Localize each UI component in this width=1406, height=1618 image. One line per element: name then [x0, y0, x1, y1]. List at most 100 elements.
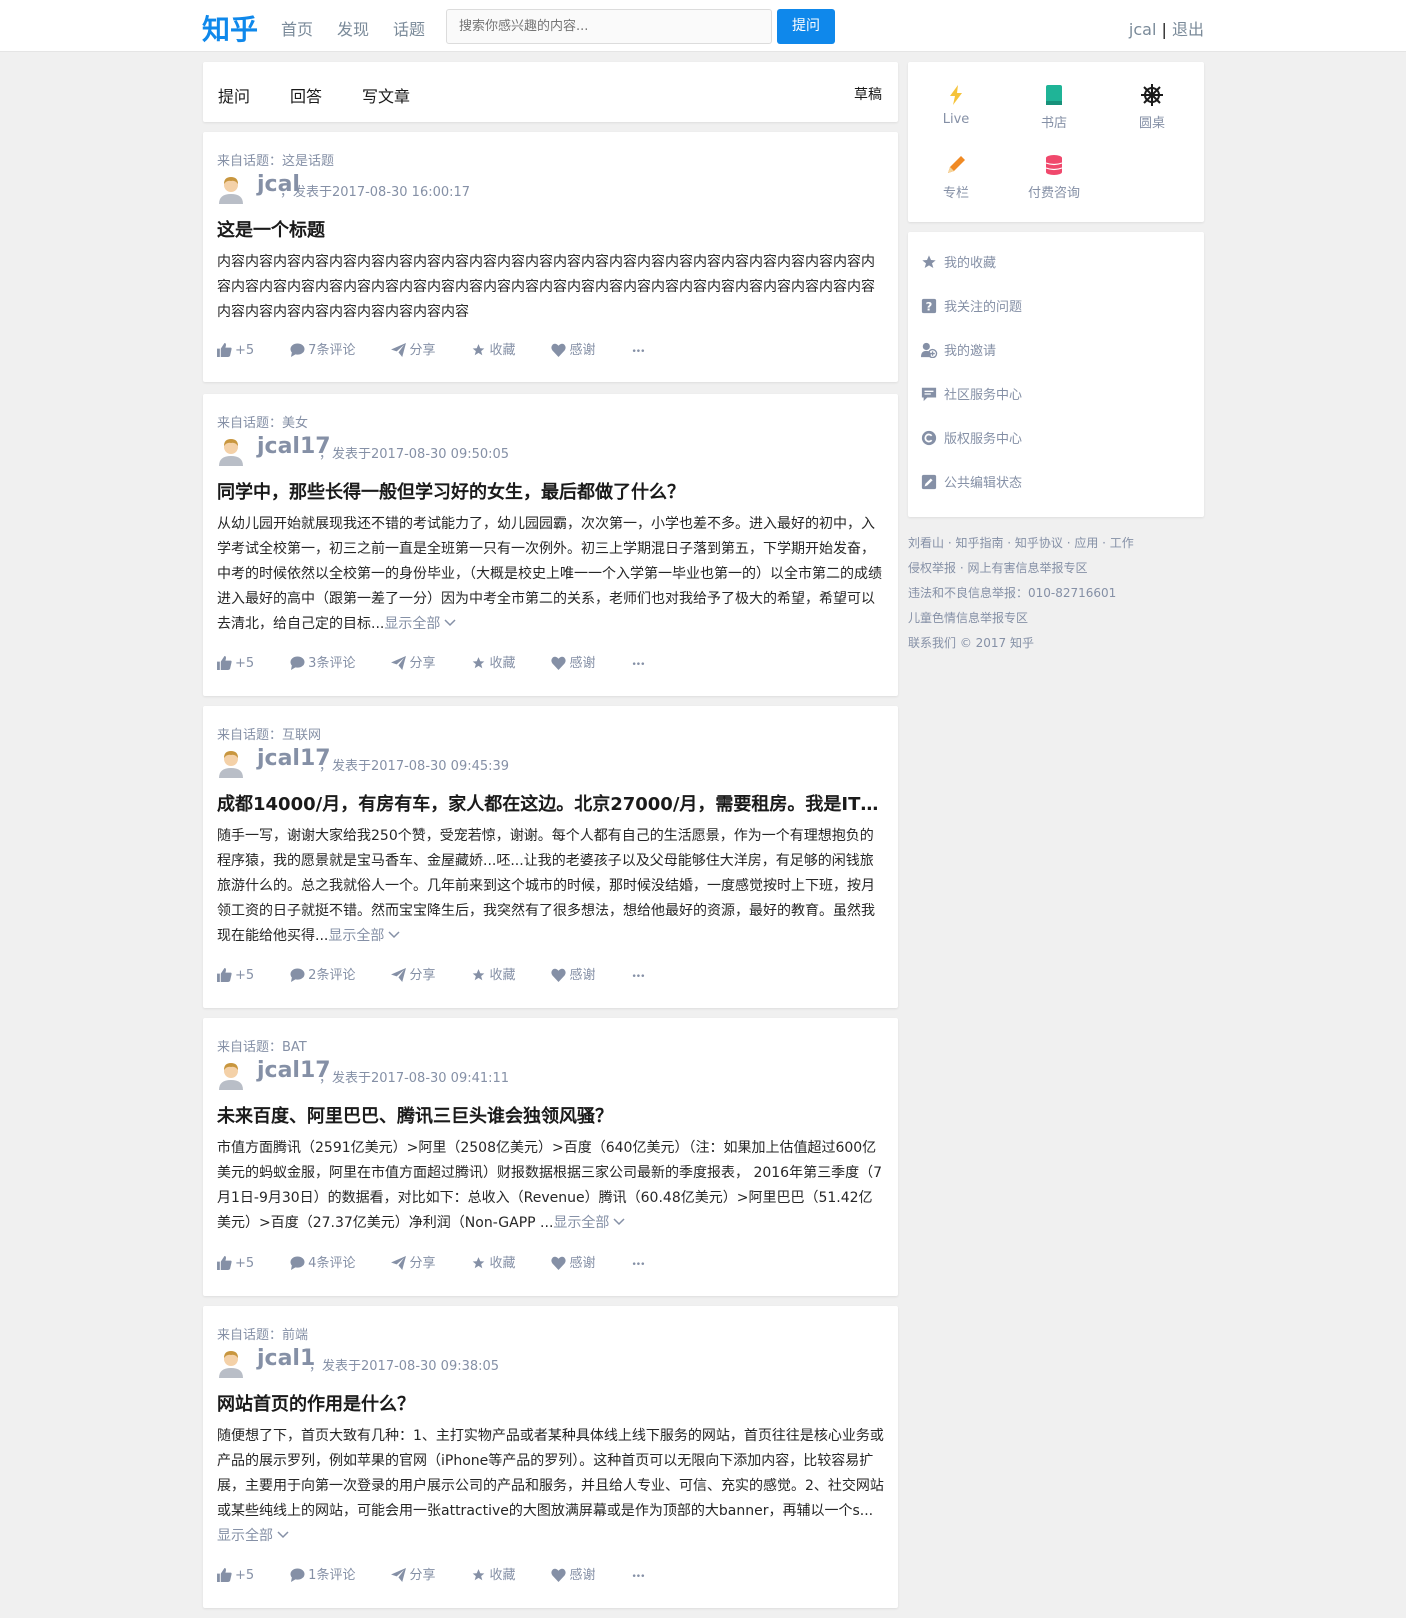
topic-source[interactable]: 来自话题：这是话题 — [217, 150, 334, 169]
comment-icon — [290, 656, 305, 670]
drafts-link[interactable]: 草稿 — [854, 84, 882, 104]
nav-topics[interactable]: 话题 — [393, 16, 425, 40]
post-actions: +5 4条评论 分享 收藏 感谢 ••• — [217, 1252, 680, 1271]
post-title[interactable]: 成都14000/月，有房有车，家人都在这边。北京27000/月，需要租房。我是I… — [217, 790, 882, 816]
topic-source[interactable]: 来自话题：前端 — [217, 1324, 308, 1343]
sidebar-item-community-center[interactable]: 社区服务中心 — [920, 384, 1022, 403]
share-label: 分享 — [409, 1568, 436, 1583]
collect-button[interactable]: 收藏 — [471, 652, 533, 671]
feed-card: 来自话题：BAT jcal17 ，发表于2017-08-30 09:41:11 未来百… — [203, 1018, 898, 1296]
more-button[interactable]: ••• — [632, 972, 663, 982]
feed-card: 来自话题：互联网 jcal17 ，发表于2017-08-30 09:45:39 成都1… — [203, 706, 898, 1008]
thanks-button[interactable]: 感谢 — [551, 339, 613, 358]
answer-tab[interactable]: 回答 — [290, 83, 322, 107]
share-icon — [391, 1256, 407, 1270]
more-button[interactable]: ••• — [632, 1572, 663, 1582]
chevron-down-icon — [613, 1218, 625, 1226]
collect-button[interactable]: 收藏 — [471, 1564, 533, 1583]
like-button[interactable]: +5 — [217, 968, 272, 983]
avatar[interactable] — [217, 1060, 245, 1090]
post-title[interactable]: 这是一个标题 — [217, 216, 882, 242]
like-button[interactable]: +5 — [217, 656, 272, 671]
live-entry[interactable]: Live — [916, 82, 996, 127]
avatar[interactable] — [217, 1348, 245, 1378]
sidebar-item-label: 我的邀请 — [944, 344, 997, 359]
ask-question-button[interactable]: 提问 — [777, 9, 835, 44]
share-label: 分享 — [409, 968, 436, 983]
sidebar-item-collections[interactable]: 我的收藏 — [920, 252, 996, 271]
avatar[interactable] — [217, 436, 245, 466]
topic-source[interactable]: 来自话题：互联网 — [217, 724, 321, 743]
share-button[interactable]: 分享 — [391, 339, 453, 358]
thanks-button[interactable]: 感谢 — [551, 1252, 613, 1271]
thanks-button[interactable]: 感谢 — [551, 964, 613, 983]
nav-home[interactable]: 首页 — [281, 16, 313, 40]
show-all-link[interactable]: 显示全部 — [384, 616, 456, 632]
write-article-tab[interactable]: 写文章 — [362, 83, 410, 107]
comments-button[interactable]: 3条评论 — [290, 652, 373, 671]
share-button[interactable]: 分享 — [391, 1252, 453, 1271]
show-all-link[interactable]: 显示全部 — [553, 1215, 625, 1231]
like-count: +5 — [235, 343, 255, 358]
post-date: ，发表于2017-08-30 09:38:05 — [309, 1359, 500, 1374]
zhihu-logo[interactable]: 知乎 — [202, 8, 258, 48]
show-all-link[interactable]: 显示全部 — [328, 928, 400, 944]
top-navbar: 知乎 首页 发现 话题 提问 jcal | 退出 — [0, 0, 1406, 52]
post-excerpt: 市值方面腾讯（2591亿美元）>阿里（2508亿美元）>百度（640亿美元）（注… — [217, 1136, 884, 1236]
comments-button[interactable]: 7条评论 — [290, 339, 373, 358]
sidebar-item-copyright-center[interactable]: 版权服务中心 — [920, 428, 1022, 447]
topic-source[interactable]: 来自话题：美女 — [217, 412, 308, 431]
sidebar-item-public-edit[interactable]: 公共编辑状态 — [920, 472, 1022, 491]
show-all-link[interactable]: 显示全部 — [217, 1528, 289, 1544]
comment-count: 4条评论 — [308, 1256, 356, 1271]
paid-consult-entry[interactable]: 付费咨询 — [1014, 152, 1094, 201]
avatar[interactable] — [217, 174, 245, 204]
show-all-label: 显示全部 — [384, 616, 441, 632]
share-button[interactable]: 分享 — [391, 1564, 453, 1583]
thanks-button[interactable]: 感谢 — [551, 652, 613, 671]
like-button[interactable]: +5 — [217, 1256, 272, 1271]
sidebar-item-invitations[interactable]: 我的邀请 — [920, 340, 996, 359]
post-title[interactable]: 网站首页的作用是什么？ — [217, 1390, 882, 1416]
more-button[interactable]: ••• — [632, 660, 663, 670]
footer-child-report-line[interactable]: 儿童色情信息举报专区 — [908, 606, 1204, 631]
post-excerpt-text: 随便想了下，首页大致有几种：1、主打实物产品或者某种具体线上线下服务的网站，首页… — [217, 1428, 884, 1519]
comments-button[interactable]: 2条评论 — [290, 964, 373, 983]
thanks-label: 感谢 — [569, 656, 596, 671]
post-title[interactable]: 同学中，那些长得一般但学习好的女生，最后都做了什么？ — [217, 478, 882, 504]
topic-source[interactable]: 来自话题：BAT — [217, 1036, 307, 1055]
avatar[interactable] — [217, 748, 245, 778]
username-link[interactable]: jcal — [1129, 20, 1157, 39]
ask-tab[interactable]: 提问 — [218, 83, 250, 107]
bookstore-entry[interactable]: 书店 — [1014, 82, 1094, 131]
column-label: 专栏 — [942, 186, 969, 201]
nav-discover[interactable]: 发现 — [337, 16, 369, 40]
post-actions: +5 3条评论 分享 收藏 感谢 ••• — [217, 652, 680, 671]
roundtable-entry[interactable]: 圆桌 — [1112, 82, 1192, 131]
share-button[interactable]: 分享 — [391, 964, 453, 983]
thanks-label: 感谢 — [569, 1568, 596, 1583]
footer-links-line1[interactable]: 刘看山 · 知乎指南 · 知乎协议 · 应用 · 工作 — [908, 531, 1204, 556]
collect-button[interactable]: 收藏 — [471, 1252, 533, 1271]
footer-links-line2[interactable]: 侵权举报 · 网上有害信息举报专区 — [908, 556, 1204, 581]
collect-button[interactable]: 收藏 — [471, 339, 533, 358]
thanks-button[interactable]: 感谢 — [551, 1564, 613, 1583]
collect-button[interactable]: 收藏 — [471, 964, 533, 983]
comments-button[interactable]: 1条评论 — [290, 1564, 373, 1583]
sidebar-item-followed-questions[interactable]: ? 我关注的问题 — [920, 296, 1022, 315]
author-name[interactable]: jcal1 — [257, 1346, 315, 1371]
column-entry[interactable]: 专栏 — [916, 152, 996, 201]
comments-button[interactable]: 4条评论 — [290, 1252, 373, 1271]
search-input[interactable] — [446, 9, 772, 44]
star-icon — [922, 255, 936, 268]
like-button[interactable]: +5 — [217, 1568, 272, 1583]
post-excerpt-text: 市值方面腾讯（2591亿美元）>阿里（2508亿美元）>百度（640亿美元）（注… — [217, 1140, 882, 1231]
more-button[interactable]: ••• — [632, 1260, 663, 1270]
like-count: +5 — [235, 1256, 255, 1271]
share-button[interactable]: 分享 — [391, 652, 453, 671]
share-icon — [391, 656, 407, 670]
logout-link[interactable]: 退出 — [1172, 20, 1204, 39]
more-button[interactable]: ••• — [632, 347, 663, 357]
like-button[interactable]: +5 — [217, 343, 272, 358]
post-title[interactable]: 未来百度、阿里巴巴、腾讯三巨头谁会独领风骚？ — [217, 1102, 882, 1128]
